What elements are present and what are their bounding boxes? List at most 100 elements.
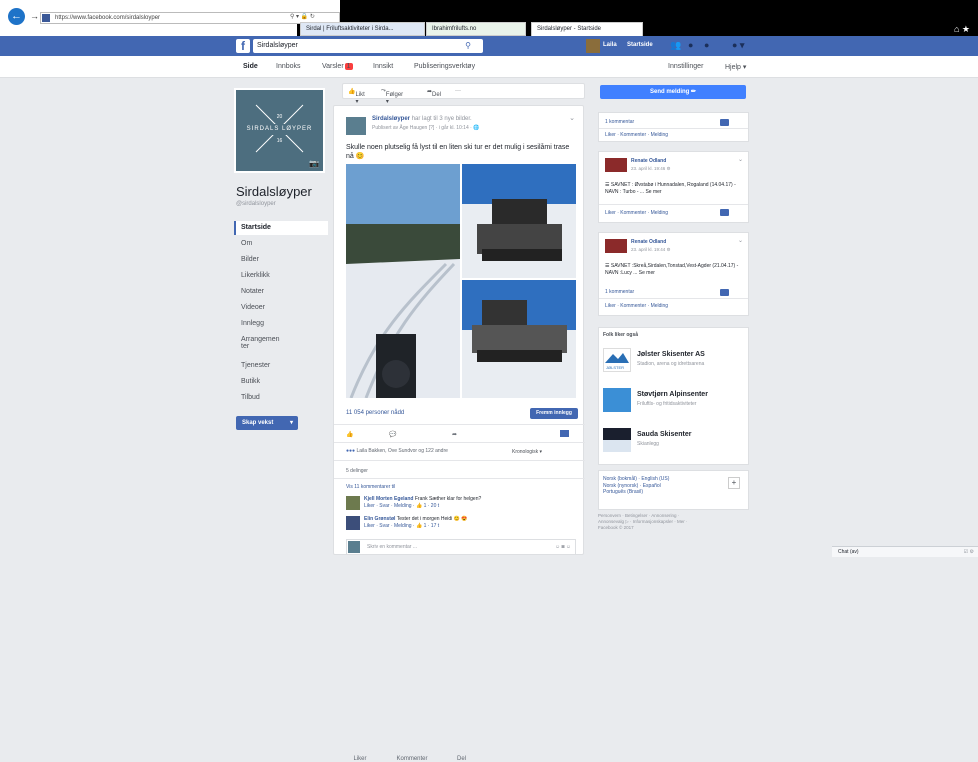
sidebar-item-startside[interactable]: Startside xyxy=(234,221,328,235)
tab-side[interactable]: Side xyxy=(243,63,258,70)
facebook-logo-icon[interactable]: f xyxy=(236,39,250,53)
browser-tab[interactable]: Sirdal | Friluftsaktiviteter i Sirda... xyxy=(300,22,425,36)
suggested-page[interactable]: Sauda Skisenter Skianlegg xyxy=(603,428,746,458)
back-arrow-icon[interactable]: ← xyxy=(8,8,25,25)
reach-count[interactable]: 11 054 personer nådd xyxy=(346,410,404,416)
post-actions[interactable]: Liker · Kommenter · Melding xyxy=(605,303,668,309)
address-tools-icon[interactable]: ⚲ ▾ 🔒 ↻ xyxy=(290,13,315,20)
tab-innboks[interactable]: Innboks xyxy=(276,63,301,70)
avatar[interactable] xyxy=(346,516,360,530)
chevron-down-icon[interactable]: ⌄ xyxy=(738,156,743,163)
post-as-selector[interactable] xyxy=(560,430,569,437)
browser-tab[interactable]: Ibrahimfrilufts.no xyxy=(426,22,526,36)
comment-author[interactable]: Kjell Morten Egeland xyxy=(364,496,413,502)
footer-links[interactable]: Personvern · Betingelser · Annonsering · xyxy=(598,513,679,518)
more-button[interactable]: ··· xyxy=(455,88,461,94)
footer-links[interactable]: Annonsevalg ▷ · Informasjonskapsler · Me… xyxy=(598,519,688,524)
chat-bar[interactable]: Chat (av) ☑ ⚙ xyxy=(832,546,978,557)
chevron-down-icon[interactable]: ⌄ xyxy=(738,237,743,244)
sidebar-item-tjenester[interactable]: Tjenester xyxy=(236,362,328,369)
follow-button[interactable]: ⤳ Følger ▾ xyxy=(381,88,403,105)
post-author[interactable]: Sirdalsløyper har lagt til 3 nye bilder. xyxy=(372,116,472,122)
post-photo-snowcat-2[interactable] xyxy=(462,280,576,398)
divider xyxy=(334,424,585,425)
boost-post-button[interactable]: Fremm innlegg xyxy=(530,408,578,419)
post-as-selector[interactable] xyxy=(720,209,729,216)
comment-input[interactable]: Skriv en kommentar ... ☺ ◙ ☺ xyxy=(346,539,576,555)
camera-icon[interactable]: 📷 xyxy=(309,159,319,168)
comment-actions[interactable]: Liker · Svar · Melding · 👍 1 · 17 t xyxy=(364,523,439,529)
search-input[interactable]: Sirdalsløyper ⚲ xyxy=(253,39,483,53)
sidebar-item-notater[interactable]: Notater xyxy=(236,288,328,295)
post-photo-ski-track[interactable] xyxy=(346,164,460,398)
language-line[interactable]: Português (Brasil) xyxy=(603,489,643,495)
tab-help[interactable]: Hjelp ▾ xyxy=(725,63,746,71)
divider xyxy=(599,204,748,205)
comments-count[interactable]: 1 kommentar xyxy=(605,119,634,125)
avatar[interactable] xyxy=(346,496,360,510)
sidebar-item-om[interactable]: Om xyxy=(236,240,328,247)
comment-author[interactable]: Elin Grønstøl xyxy=(364,516,395,522)
sidebar-item-innlegg[interactable]: Innlegg xyxy=(236,320,328,327)
post-actions[interactable]: Liker · Kommenter · Melding xyxy=(605,210,668,216)
avatar[interactable] xyxy=(586,39,600,53)
shop-growth-button[interactable]: Skap vekst ▾ xyxy=(236,416,298,430)
sidebar-item-butikk[interactable]: Butikk xyxy=(236,378,328,385)
post-thumbnail[interactable] xyxy=(605,239,627,253)
chat-settings-icon[interactable]: ☑ ⚙ xyxy=(964,547,974,557)
language-line[interactable]: Norsk (nynorsk) · Español xyxy=(603,483,661,489)
emoji-camera-icon[interactable]: ☺ ◙ ☺ xyxy=(555,540,571,554)
home-star-icon[interactable]: ⌂ ★ xyxy=(954,24,970,35)
post-as-selector[interactable] xyxy=(720,289,729,296)
more-comments-link[interactable]: Vis 11 kommentarer til xyxy=(346,484,395,490)
sidebar-item-likerklikk[interactable]: Likerklikk xyxy=(236,272,328,279)
post-author-name[interactable]: Sirdalsløyper xyxy=(372,116,410,122)
post-thumbnail[interactable] xyxy=(605,158,627,172)
comment-button[interactable]: 💬 Kommenter xyxy=(389,431,428,762)
reactions-line[interactable]: ●●● Laila Bakken, Ove Sundvor og 122 and… xyxy=(346,448,448,454)
suggested-page[interactable]: JØLSTER Jølster Skisenter AS Stadion, ar… xyxy=(603,348,746,378)
chevron-down-icon[interactable]: ⌄ xyxy=(569,114,575,122)
post-meta: Publisert av Åge Haugen [?] · i går kl. … xyxy=(372,125,480,131)
sidebar-item-arrangementer[interactable]: Arrangemen ter xyxy=(236,336,286,350)
post-author[interactable]: Renate Odland xyxy=(631,158,666,164)
sidebar-item-videoer[interactable]: Videoer xyxy=(236,304,328,311)
page-handle[interactable]: @sirdalsloyper xyxy=(236,201,276,207)
share-button[interactable]: ➦ Del xyxy=(452,431,466,762)
add-language-button[interactable]: + xyxy=(728,477,740,489)
send-message-button[interactable]: Send melding ✏ xyxy=(600,85,746,99)
user-name[interactable]: Laila xyxy=(603,42,617,48)
home-link[interactable]: Startside xyxy=(627,42,653,48)
suggested-page-name[interactable]: Jølster Skisenter AS xyxy=(637,351,705,358)
post-as-selector[interactable] xyxy=(720,119,729,126)
search-icon[interactable]: ⚲ xyxy=(465,39,471,53)
suggested-page-name[interactable]: Støvtjørn Alpinsenter xyxy=(637,391,708,398)
comment-actions[interactable]: Liker · Svar · Melding · 👍 1 · 20 t xyxy=(364,503,439,509)
tab-varsler[interactable]: Varsler 1 xyxy=(322,63,353,70)
tab-settings[interactable]: Innstillinger xyxy=(668,63,703,70)
sidebar-item-bilder[interactable]: Bilder xyxy=(236,256,328,263)
post-actions[interactable]: Liker · Kommenter · Melding xyxy=(605,132,668,138)
browser-tab-active[interactable]: Sirdalsløyper - Startside xyxy=(531,22,643,36)
messages-icon[interactable]: ● xyxy=(688,40,693,50)
language-line[interactable]: Norsk (bokmål) · English (US) xyxy=(603,476,669,482)
globe-icon[interactable]: ● xyxy=(704,40,709,50)
post-photo-snowcat[interactable] xyxy=(462,164,576,278)
forward-arrow-icon[interactable]: → xyxy=(30,11,39,21)
post-author-avatar[interactable] xyxy=(346,117,366,135)
suggested-page[interactable]: Støvtjørn Alpinsenter Friluftls- og frit… xyxy=(603,388,746,418)
like-page-button[interactable]: 👍 Likt ▾ xyxy=(348,88,365,105)
share-page-button[interactable]: ➦ Del xyxy=(427,88,441,98)
help-icon[interactable]: ● ▾ xyxy=(732,40,744,51)
like-button[interactable]: 👍 Liker xyxy=(346,431,367,762)
tab-innsikt[interactable]: Innsikt xyxy=(373,63,393,70)
comment-order-select[interactable]: Kronologisk ▾ xyxy=(512,449,542,455)
shares-count[interactable]: 5 delinger xyxy=(346,468,368,474)
suggested-page-name[interactable]: Sauda Skisenter xyxy=(637,431,691,438)
friends-icon[interactable]: 👥 xyxy=(670,40,681,51)
profile-picture[interactable]: 20 SIRDALS LØYPER 16 📷 xyxy=(234,88,325,173)
comments-count[interactable]: 1 kommentar xyxy=(605,289,634,295)
post-author[interactable]: Renate Odland xyxy=(631,239,666,245)
tab-publiseringsverktoy[interactable]: Publiseringsverktøy xyxy=(414,63,475,70)
sidebar-item-tilbud[interactable]: Tilbud xyxy=(236,394,328,401)
